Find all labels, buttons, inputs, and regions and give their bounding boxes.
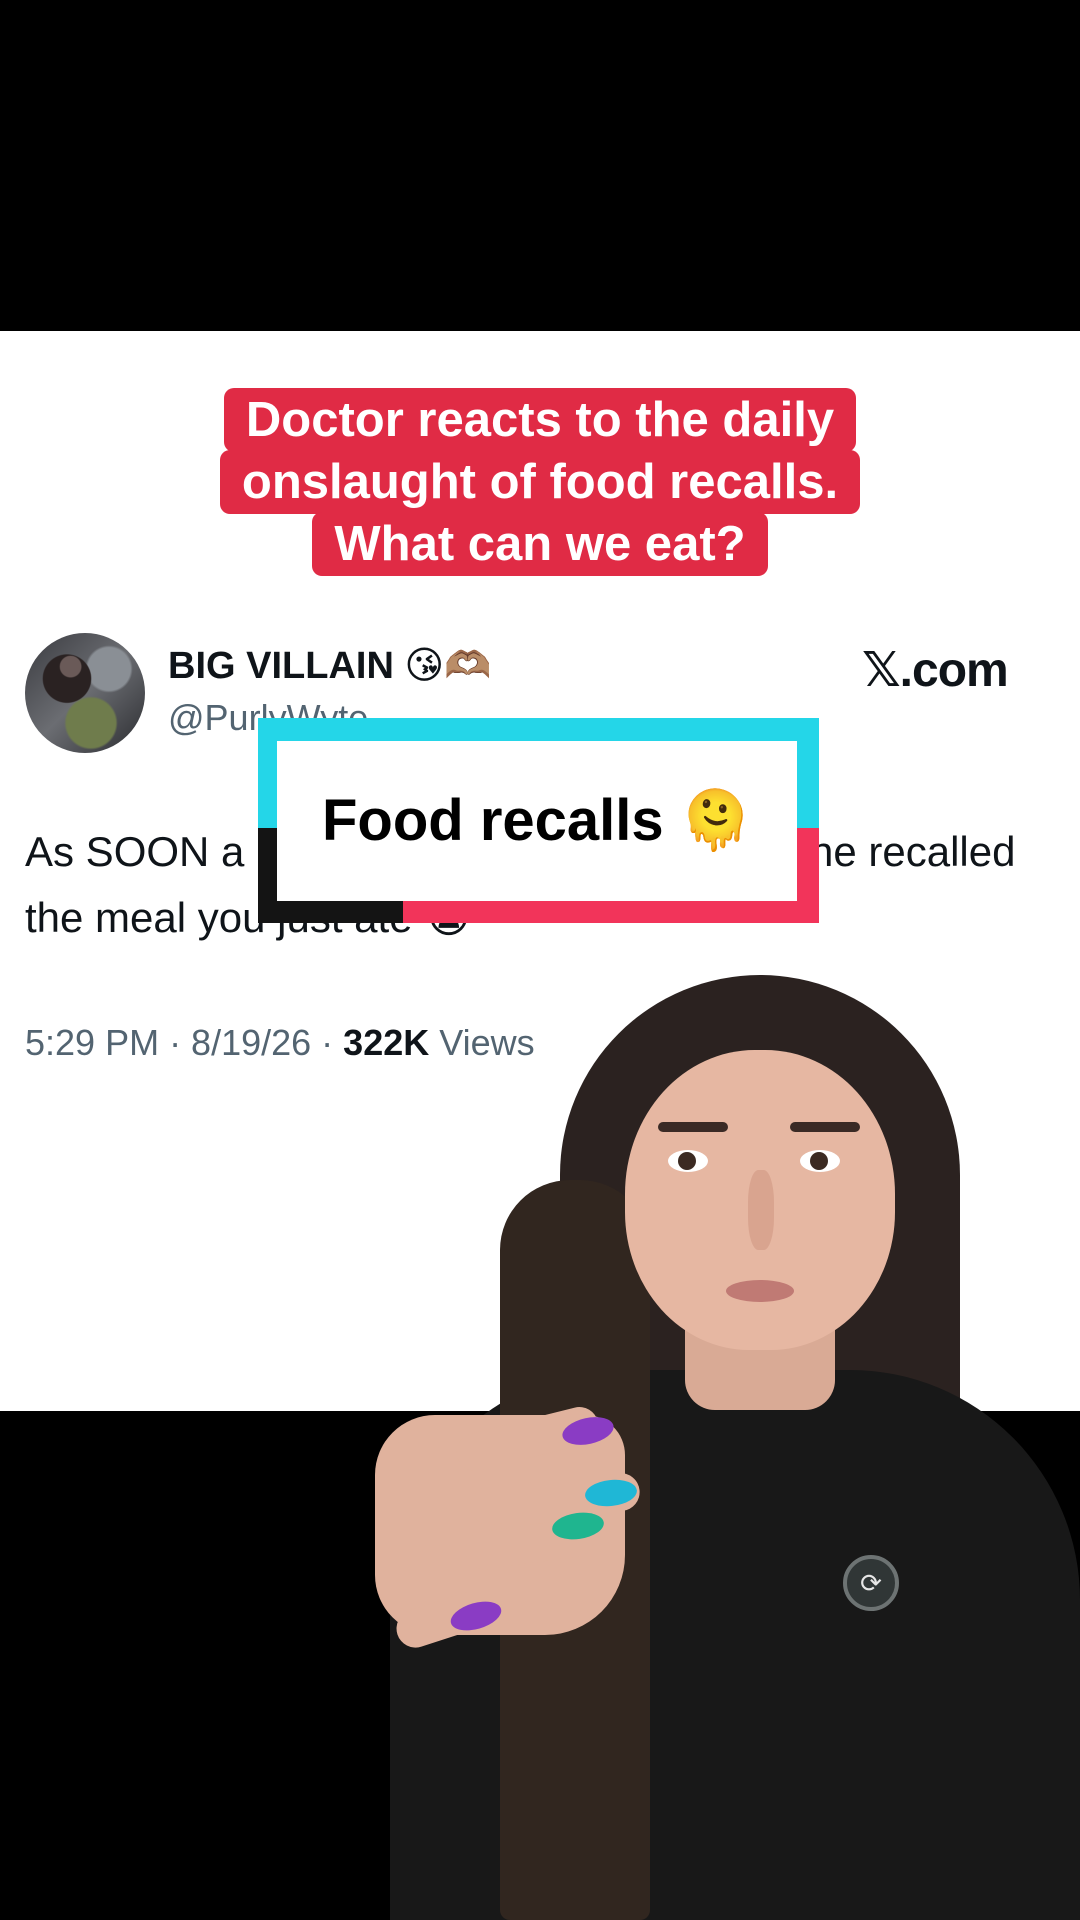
presenter-cutout: ⟳ <box>0 0 1080 1920</box>
presenter-right-eye <box>800 1150 840 1172</box>
badge-pin-icon: ⟳ <box>843 1555 899 1611</box>
presenter-nose <box>748 1170 774 1250</box>
presenter-left-brow <box>658 1122 728 1132</box>
presenter-mouth <box>726 1280 794 1302</box>
presenter-left-eye <box>668 1150 708 1172</box>
presenter-right-brow <box>790 1122 860 1132</box>
